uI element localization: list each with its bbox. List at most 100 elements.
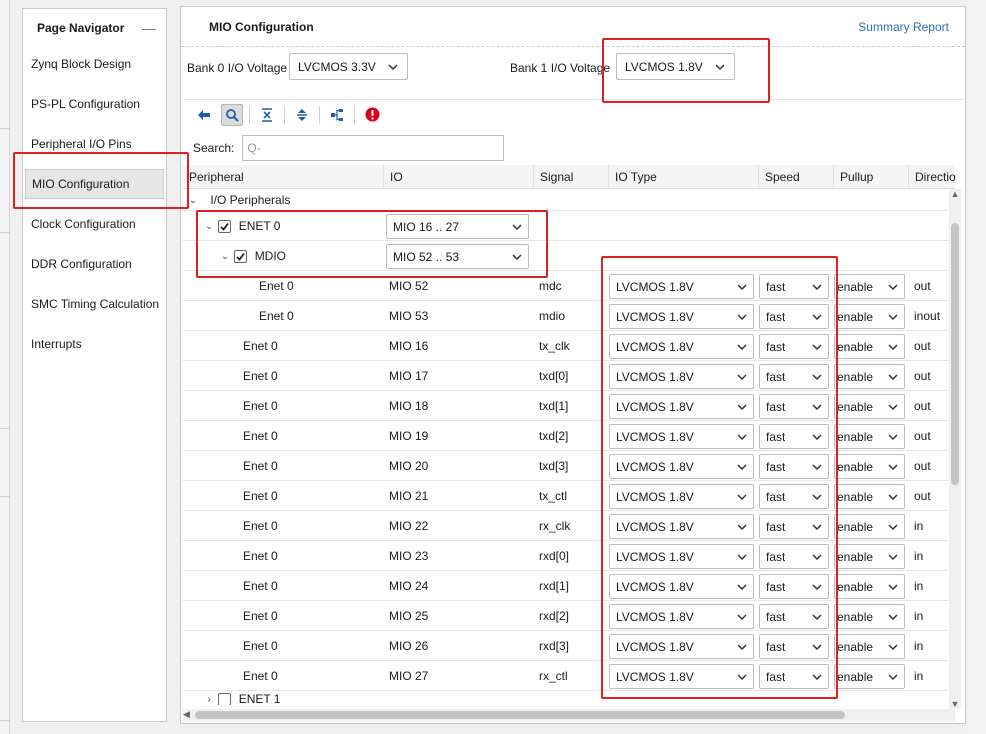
tree-row-enet0[interactable]: ⌄ ENET 0 MIO 16 .. 27	[183, 211, 955, 241]
table-row[interactable]: Enet 0 MIO 20 txd[3] LVCMOS 1.8V fast enable o…	[183, 451, 955, 481]
tree-row-enet1[interactable]: › ENET 1	[183, 691, 955, 705]
column-header-signal[interactable]: Signal	[533, 165, 608, 189]
io-type-select[interactable]: LVCMOS 1.8V	[609, 544, 754, 569]
collapse-all-icon[interactable]	[256, 104, 278, 126]
bank0-voltage-select[interactable]: LVCMOS 3.3V	[289, 53, 408, 80]
speed-select[interactable]: fast	[759, 574, 829, 599]
mdio-checkbox[interactable]	[234, 250, 248, 264]
io-type-select[interactable]: LVCMOS 1.8V	[609, 454, 754, 479]
speed-select[interactable]: fast	[759, 334, 829, 359]
column-header-pullup[interactable]: Pullup	[833, 165, 908, 189]
pullup-select[interactable]: enable	[834, 604, 905, 629]
column-header-io[interactable]: IO	[383, 165, 533, 189]
pullup-select[interactable]: enable	[834, 334, 905, 359]
scroll-left-icon[interactable]: ◀	[183, 709, 190, 720]
io-type-select[interactable]: LVCMOS 1.8V	[609, 604, 754, 629]
pullup-select[interactable]: enable	[834, 574, 905, 599]
io-type-select[interactable]: LVCMOS 1.8V	[609, 334, 754, 359]
horizontal-scroll-thumb[interactable]	[195, 711, 845, 719]
summary-report-link[interactable]: Summary Report	[858, 20, 949, 34]
nav-item-interrupts[interactable]: Interrupts	[25, 329, 164, 359]
horizontal-scrollbar[interactable]: ◀	[183, 709, 955, 721]
minimize-button[interactable]: —	[142, 20, 156, 36]
speed-select[interactable]: fast	[759, 544, 829, 569]
io-type-select[interactable]: LVCMOS 1.8V	[609, 574, 754, 599]
table-row[interactable]: Enet 0 MIO 53 mdio LVCMOS 1.8V fast enable ino…	[183, 301, 955, 331]
speed-select[interactable]: fast	[759, 304, 829, 329]
speed-select[interactable]: fast	[759, 514, 829, 539]
speed-select[interactable]: fast	[759, 604, 829, 629]
table-row[interactable]: Enet 0 MIO 16 tx_clk LVCMOS 1.8V fast enable o…	[183, 331, 955, 361]
enet0-io-select[interactable]: MIO 16 .. 27	[386, 214, 529, 239]
scroll-down-icon[interactable]: ▼	[949, 699, 961, 709]
speed-select[interactable]: fast	[759, 484, 829, 509]
io-type-select[interactable]: LVCMOS 1.8V	[609, 484, 754, 509]
tree-row-mdio[interactable]: ⌄ MDIO MIO 52 .. 53	[183, 241, 955, 271]
speed-select[interactable]: fast	[759, 634, 829, 659]
io-type-select[interactable]: LVCMOS 1.8V	[609, 514, 754, 539]
io-type-select[interactable]: LVCMOS 1.8V	[609, 274, 754, 299]
pullup-select[interactable]: enable	[834, 484, 905, 509]
table-row[interactable]: Enet 0 MIO 27 rx_ctl LVCMOS 1.8V fast enable i…	[183, 661, 955, 691]
speed-select[interactable]: fast	[759, 394, 829, 419]
nav-item-smc-timing-calculation[interactable]: SMC Timing Calculation	[25, 289, 164, 319]
column-header-peripheral[interactable]: Peripheral	[183, 165, 383, 189]
error-icon[interactable]	[361, 104, 383, 126]
nav-item-zynq-block-design[interactable]: Zynq Block Design	[25, 49, 164, 79]
enet0-checkbox[interactable]	[218, 220, 232, 234]
table-row[interactable]: Enet 0 MIO 23 rxd[0] LVCMOS 1.8V fast enable i…	[183, 541, 955, 571]
io-type-select[interactable]: LVCMOS 1.8V	[609, 664, 754, 689]
pullup-select[interactable]: enable	[834, 424, 905, 449]
table-row[interactable]: Enet 0 MIO 25 rxd[2] LVCMOS 1.8V fast enable i…	[183, 601, 955, 631]
vertical-scroll-thumb[interactable]	[951, 223, 959, 485]
chevron-right-icon[interactable]: ›	[203, 691, 215, 705]
speed-select[interactable]: fast	[759, 424, 829, 449]
io-type-select[interactable]: LVCMOS 1.8V	[609, 304, 754, 329]
search-icon[interactable]	[221, 103, 243, 126]
table-row[interactable]: Enet 0 MIO 17 txd[0] LVCMOS 1.8V fast enable o…	[183, 361, 955, 391]
back-arrow-icon[interactable]	[193, 104, 215, 126]
table-row[interactable]: Enet 0 MIO 22 rx_clk LVCMOS 1.8V fast enable i…	[183, 511, 955, 541]
chevron-down-icon[interactable]: ⌄	[187, 190, 199, 212]
pullup-select[interactable]: enable	[834, 664, 905, 689]
pullup-select[interactable]: enable	[834, 364, 905, 389]
speed-select[interactable]: fast	[759, 274, 829, 299]
io-type-select[interactable]: LVCMOS 1.8V	[609, 394, 754, 419]
pullup-select[interactable]: enable	[834, 634, 905, 659]
io-type-select[interactable]: LVCMOS 1.8V	[609, 424, 754, 449]
pullup-select[interactable]: enable	[834, 274, 905, 299]
speed-select[interactable]: fast	[759, 664, 829, 689]
enet1-checkbox[interactable]	[218, 693, 232, 705]
speed-select[interactable]: fast	[759, 454, 829, 479]
chevron-down-icon[interactable]: ⌄	[203, 212, 215, 242]
speed-select[interactable]: fast	[759, 364, 829, 389]
table-row[interactable]: Enet 0 MIO 52 mdc LVCMOS 1.8V fast enable out	[183, 271, 955, 301]
pullup-select[interactable]: enable	[834, 304, 905, 329]
table-row[interactable]: Enet 0 MIO 21 tx_ctl LVCMOS 1.8V fast enable o…	[183, 481, 955, 511]
pullup-select[interactable]: enable	[834, 514, 905, 539]
expand-all-icon[interactable]	[291, 104, 313, 126]
mdio-io-select[interactable]: MIO 52 .. 53	[386, 244, 529, 269]
pullup-select[interactable]: enable	[834, 454, 905, 479]
table-row[interactable]: Enet 0 MIO 24 rxd[1] LVCMOS 1.8V fast enable i…	[183, 571, 955, 601]
table-row[interactable]: Enet 0 MIO 18 txd[1] LVCMOS 1.8V fast enable o…	[183, 391, 955, 421]
io-type-select[interactable]: LVCMOS 1.8V	[609, 634, 754, 659]
pullup-select[interactable]: enable	[834, 394, 905, 419]
search-input[interactable]: Q-	[242, 135, 505, 161]
nav-item-mio-configuration[interactable]: MIO Configuration	[25, 169, 164, 199]
column-header-io-type[interactable]: IO Type	[608, 165, 758, 189]
column-header-speed[interactable]: Speed	[758, 165, 833, 189]
nav-item-ddr-configuration[interactable]: DDR Configuration	[25, 249, 164, 279]
group-row-io-peripherals[interactable]: ⌄ I/O Peripherals	[183, 189, 955, 211]
vertical-scrollbar[interactable]: ▲ ▼	[949, 189, 961, 709]
table-row[interactable]: Enet 0 MIO 19 txd[2] LVCMOS 1.8V fast enable o…	[183, 421, 955, 451]
table-row[interactable]: Enet 0 MIO 26 rxd[3] LVCMOS 1.8V fast enable i…	[183, 631, 955, 661]
pullup-select[interactable]: enable	[834, 544, 905, 569]
chevron-down-icon[interactable]: ⌄	[219, 242, 231, 272]
io-type-select[interactable]: LVCMOS 1.8V	[609, 364, 754, 389]
bank1-voltage-select[interactable]: LVCMOS 1.8V	[616, 53, 735, 80]
nav-item-ps-pl-configuration[interactable]: PS-PL Configuration	[25, 89, 164, 119]
nav-item-peripheral-i-o-pins[interactable]: Peripheral I/O Pins	[25, 129, 164, 159]
scroll-up-icon[interactable]: ▲	[949, 189, 961, 199]
column-header-direction[interactable]: Directio	[908, 165, 958, 189]
